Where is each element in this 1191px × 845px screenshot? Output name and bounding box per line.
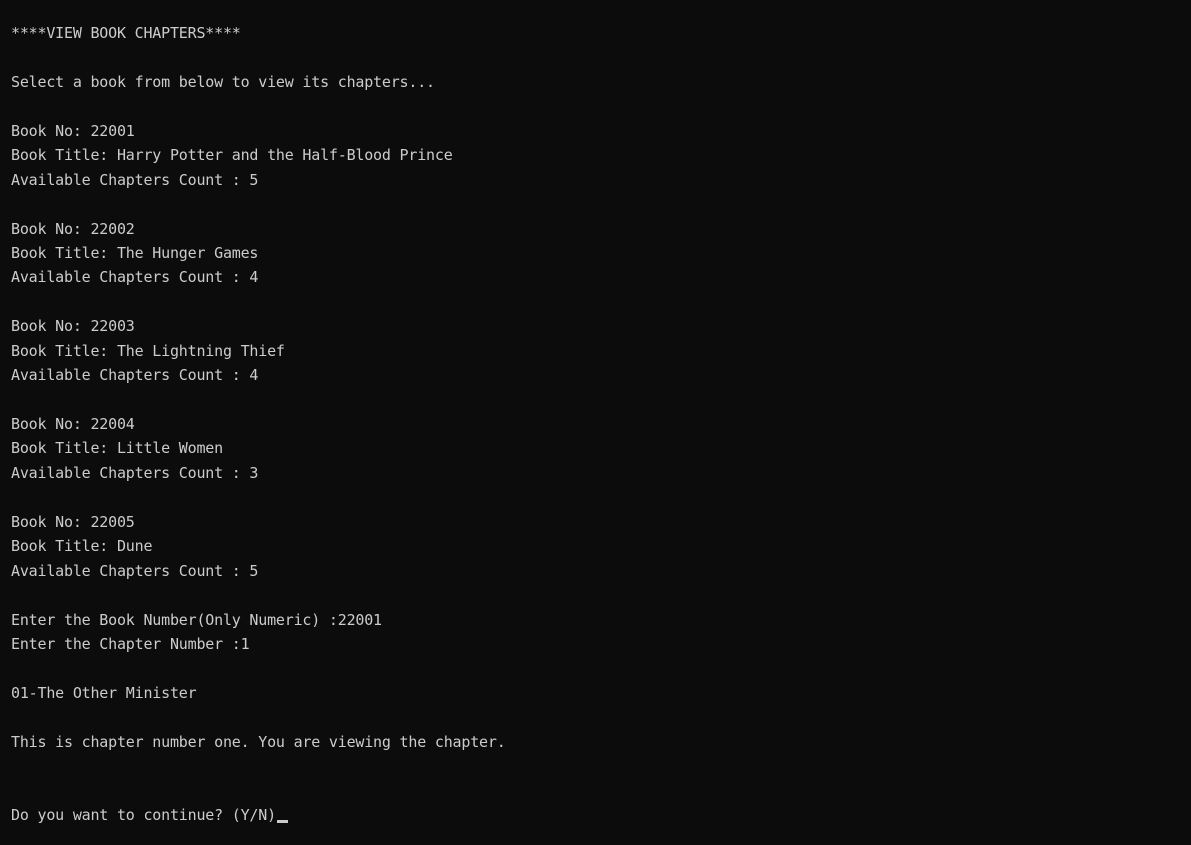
console-window[interactable]: ****VIEW BOOK CHAPTERS**** Select a book … (0, 0, 1191, 845)
chapter-body: This is chapter number one. You are view… (11, 732, 506, 751)
book-2-number: Book No: 22002 (11, 219, 135, 238)
book-3-title: Book Title: The Lightning Thief (11, 341, 285, 360)
book-5-number: Book No: 22005 (11, 512, 135, 531)
book-2-title: Book Title: The Hunger Games (11, 243, 259, 262)
console-header: ****VIEW BOOK CHAPTERS**** (11, 24, 241, 42)
instruction-text: Select a book from below to view its cha… (11, 72, 435, 91)
book-5-chapter-count: Available Chapters Count : 5 (11, 561, 259, 580)
text-cursor[interactable] (276, 820, 288, 823)
book-4-title: Book Title: Little Women (11, 439, 223, 458)
book-3-chapter-count: Available Chapters Count : 4 (11, 366, 259, 385)
book-5-title: Book Title: Dune (11, 537, 153, 556)
book-1-chapter-count: Available Chapters Count : 5 (11, 170, 259, 189)
book-1-title: Book Title: Harry Potter and the Half-Bl… (11, 146, 453, 165)
book-4-number: Book No: 22004 (11, 415, 135, 433)
chapter-title: 01-The Other Minister (11, 683, 197, 702)
chapter-number-prompt: Enter the Chapter Number :1 (11, 634, 250, 653)
book-4-chapter-count: Available Chapters Count : 3 (11, 463, 259, 482)
book-1-number: Book No: 22001 (11, 121, 135, 140)
book-number-prompt: Enter the Book Number(Only Numeric) :220… (11, 610, 382, 629)
book-2-chapter-count: Available Chapters Count : 4 (11, 268, 259, 287)
continue-prompt: Do you want to continue? (Y/N) (11, 806, 276, 824)
book-3-number: Book No: 22003 (11, 317, 135, 336)
continue-prompt-line[interactable]: Do you want to continue? (Y/N) (11, 803, 1191, 827)
